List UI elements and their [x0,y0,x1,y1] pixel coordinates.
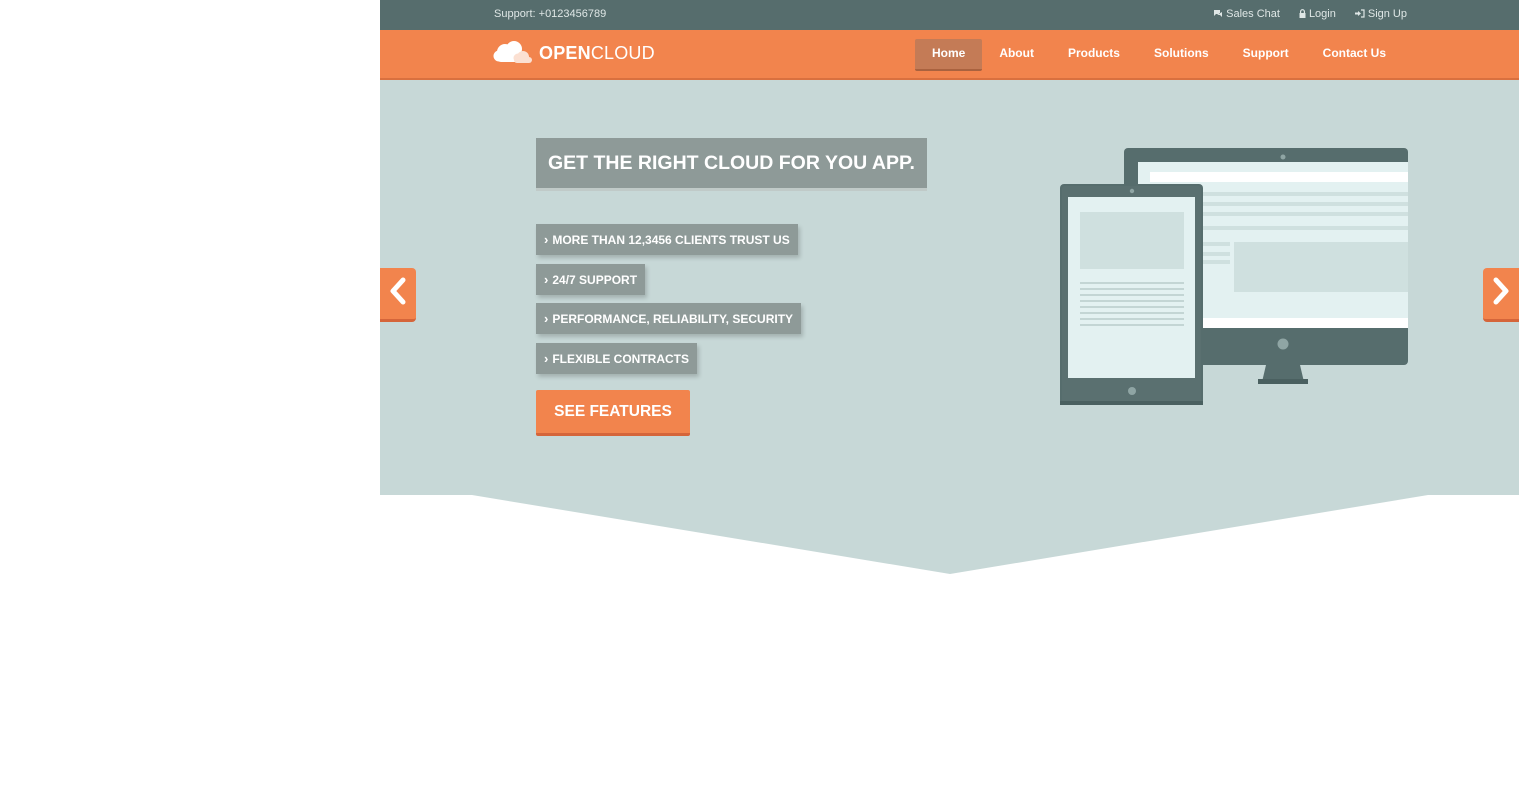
sales-chat-link[interactable]: Sales Chat [1213,8,1280,20]
feature-contracts: › FLEXIBLE CONTRACTS [536,343,698,374]
hero-headline: GET THE RIGHT CLOUD FOR YOU APP. [536,138,927,188]
feature-support: › 24/7 SUPPORT [536,264,646,295]
sign-in-icon [1354,8,1365,20]
nav-support[interactable]: Support [1226,39,1306,71]
slider-prev-button[interactable] [380,268,416,322]
primary-menu: Home About Products Solutions Support Co… [914,39,1403,71]
sign-up-link[interactable]: Sign Up [1354,8,1407,20]
see-features-button[interactable]: SEE FEATURES [536,390,690,436]
login-link[interactable]: Login [1299,8,1336,20]
chat-icon [1213,9,1223,20]
website-frame: Support: +0123456789 Sales Chat Login Si… [380,0,1519,577]
slider-next-button[interactable] [1483,268,1519,322]
main-navbar: OPENCLOUD Home About Products Solutions … [380,30,1519,80]
hero-slider: GET THE RIGHT CLOUD FOR YOU APP. › MORE … [380,80,1519,574]
chevron-right-icon: › [544,272,549,287]
feature-performance: › PERFORMANCE, RELIABILITY, SECURITY [536,303,802,334]
nav-contact-us[interactable]: Contact Us [1306,39,1403,71]
chevron-right-icon: › [544,311,549,326]
top-utility-bar: Support: +0123456789 Sales Chat Login Si… [380,0,1519,30]
nav-solutions[interactable]: Solutions [1137,39,1226,71]
devices-illustration [1060,148,1408,405]
feature-clients: › MORE THAN 12,3456 CLIENTS TRUST US [536,224,798,255]
lock-icon [1299,8,1306,20]
nav-about[interactable]: About [982,39,1051,71]
account-links: Sales Chat Login Sign Up [1213,8,1407,20]
chevron-right-icon: › [544,232,549,247]
nav-home[interactable]: Home [914,39,983,71]
site-logo[interactable]: OPENCLOUD [493,40,655,66]
cloud-logo-icon [493,40,535,66]
brand-name: OPENCLOUD [539,42,655,63]
chevron-left-icon [389,277,407,310]
support-phone: Support: +0123456789 [494,8,607,20]
nav-products[interactable]: Products [1051,39,1137,71]
chevron-right-icon: › [544,351,549,366]
chevron-right-icon [1492,277,1510,310]
